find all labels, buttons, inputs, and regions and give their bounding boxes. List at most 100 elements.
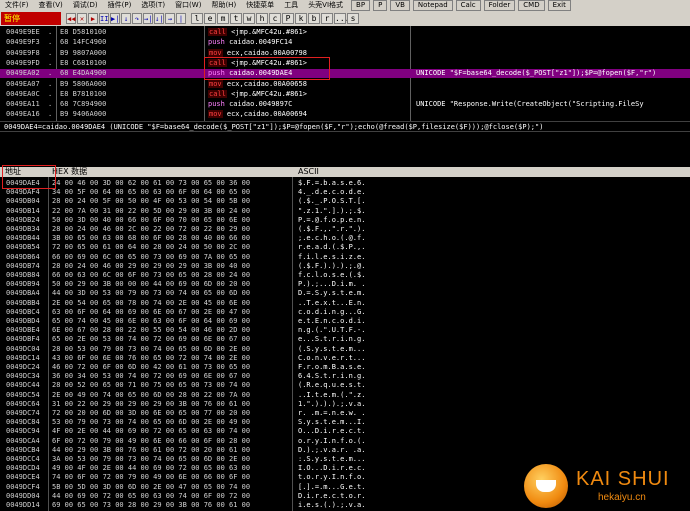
debug-control-button[interactable]: ↓ (121, 13, 131, 24)
dump-row[interactable]: 0049DBF4 65 00 2E 00 53 00 74 00 72 00 69… (0, 335, 410, 344)
tool-button[interactable]: Calc (455, 0, 481, 11)
tool-button[interactable]: Folder (483, 0, 516, 11)
dump-row[interactable]: 0049DC94 4F 00 2E 00 44 00 69 00 72 00 65… (0, 427, 410, 436)
disassembly-row[interactable]: 0049E9F8. B9 9807A000 mov ecx,caidao.00A00… (0, 48, 690, 58)
window-button[interactable]: r (321, 13, 333, 24)
disassembly-row[interactable]: 0049E9F3. 68 14FC4900 push caidao.0049FC14 (0, 38, 690, 47)
window-button[interactable]: w (243, 13, 255, 24)
menu-item[interactable]: 帮助(H) (206, 0, 241, 11)
dump-row[interactable]: 0049DCA4 6F 00 72 00 79 00 49 00 6E 00 66… (0, 437, 410, 446)
disassembly-pane[interactable]: 0049E9EE. E8 D5810100 call <jmp.&MFC42u.#8… (0, 26, 690, 121)
disassembly-row[interactable]: 0049EA02. 68 E4DA4900 push caidao.0049DAE4… (0, 69, 690, 79)
window-button[interactable]: b (308, 13, 320, 24)
debug-control-button[interactable]: II (99, 13, 109, 24)
menu-bar: 文件(F) 查看(V) 调试(D) 插件(P) 选项(T) 窗口(W) 帮助(H) 快捷菜单工… (0, 0, 690, 11)
dump-row[interactable]: 0049DBB4 2E 00 54 00 65 00 78 00 74 00 2E… (0, 299, 410, 308)
dump-row[interactable]: 0049DC44 28 00 52 00 65 00 71 00 75 00 65… (0, 381, 410, 390)
dump-row[interactable]: 0049DD14 69 00 65 00 73 00 28 00 29 00 3B… (0, 501, 410, 510)
dump-row[interactable]: 0049DC64 31 00 22 00 29 00 29 00 29 00 3B… (0, 400, 410, 409)
debug-control-button[interactable]: ▶| (110, 13, 120, 24)
dump-header-ascii[interactable]: ASCII (298, 167, 319, 177)
dump-row[interactable]: 0049DAF4 34 00 5F 00 64 00 65 00 63 00 6F… (0, 188, 410, 197)
tool-button[interactable]: P (373, 0, 388, 11)
window-button[interactable]: e (204, 13, 216, 24)
dump-row[interactable]: 0049DC84 53 00 79 00 73 00 74 00 65 00 6D… (0, 418, 410, 427)
disassembly-row[interactable]: 0049EA16. B9 9406A000 mov ecx,caidao.00A00… (0, 110, 690, 119)
menu-item[interactable]: 窗口(W) (170, 0, 206, 11)
dump-row[interactable]: 0049DB14 22 00 7A 00 31 00 22 00 5D 00 29… (0, 207, 410, 216)
dump-row[interactable]: 0049DCC4 3A 00 53 00 79 00 73 00 74 00 65… (0, 455, 410, 464)
dump-row[interactable]: 0049DBD4 65 00 74 00 45 00 6E 00 63 00 6F… (0, 317, 410, 326)
dump-row[interactable]: 0049DCB4 44 00 29 00 3B 00 76 00 61 00 72… (0, 446, 410, 455)
dump-hex: 31 00 22 00 29 00 29 00 29 00 3B 00 76 0… (52, 399, 251, 408)
dump-row[interactable]: 0049DC04 28 00 53 00 79 00 73 00 74 00 65… (0, 345, 410, 354)
tool-button[interactable]: Exit (547, 0, 571, 11)
dump-row[interactable]: 0049DB24 50 00 3D 00 40 00 66 00 6F 00 70… (0, 216, 410, 225)
dump-row[interactable]: 0049DAE4 24 00 46 00 3D 00 62 00 61 00 73… (0, 179, 410, 188)
dump-row[interactable]: 0049DC34 36 00 34 00 53 00 74 00 72 00 69… (0, 372, 410, 381)
dump-row[interactable]: 0049DB04 28 00 24 00 5F 00 50 00 4F 00 53… (0, 197, 410, 206)
window-button[interactable]: c (269, 13, 281, 24)
dump-ascii: O...D.i.r.e.c.t. (298, 427, 366, 436)
disassembly-row[interactable]: 0049EA0C. E8 B7810100 call <jmp.&MFC42u.#8… (0, 89, 690, 99)
debug-control-button[interactable]: → (165, 13, 175, 24)
dump-row[interactable]: 0049DBC4 63 00 6F 00 64 00 69 00 6E 00 67… (0, 308, 410, 317)
debug-control-button[interactable]: |→ (176, 13, 186, 24)
disassembly-row[interactable]: 0049E9EE. E8 D5810100 call <jmp.&MFC42u.#8… (0, 28, 690, 37)
debug-control-button[interactable]: ◀◀ (66, 13, 76, 24)
disassembly-row[interactable]: 0049EA07. B9 5806A000 mov ecx,caidao.00A00… (0, 79, 690, 89)
window-button[interactable]: k (295, 13, 307, 24)
debug-control-button[interactable]: ↷ (132, 13, 142, 24)
menu-item[interactable]: 文件(F) (0, 0, 34, 11)
window-button[interactable]: l (191, 13, 203, 24)
dump-ascii: r.e.a.d.(.$.P.,. (298, 243, 366, 252)
tool-button[interactable]: BP (351, 0, 371, 11)
dump-row[interactable]: 0049DB34 28 00 24 00 46 00 2C 00 22 00 72… (0, 225, 410, 234)
debug-control-button[interactable]: →| (143, 13, 153, 24)
tool-button[interactable]: VB (390, 0, 410, 11)
dump-address: 0049DCD4 (6, 464, 40, 473)
dump-row[interactable]: 0049DB54 72 00 65 00 61 00 64 00 28 00 24… (0, 243, 410, 252)
instruction-mnemonic: push (208, 38, 225, 47)
disassembly-row[interactable]: 0049E9FD. E8 C6810100 call <jmp.&MFC42u.#8… (0, 58, 690, 68)
window-button[interactable]: t (230, 13, 242, 24)
dump-row[interactable]: 0049DBA4 44 00 3D 00 53 00 79 00 73 00 74… (0, 289, 410, 298)
tool-button[interactable]: CMD (518, 0, 545, 11)
window-button[interactable]: ... (334, 13, 349, 24)
dump-row[interactable]: 0049DC54 2E 00 49 00 74 00 65 00 6D 00 28… (0, 391, 410, 400)
menu-item[interactable]: 选项(T) (136, 0, 170, 11)
dump-row[interactable]: 0049DC24 46 00 72 00 6F 00 6D 00 42 00 61… (0, 363, 410, 372)
dump-row[interactable]: 0049DB44 3B 00 65 00 63 00 68 00 6F 00 28… (0, 234, 410, 243)
debug-control-button[interactable]: ✕ (77, 13, 87, 24)
window-button[interactable]: P (282, 13, 294, 24)
dump-row[interactable]: 0049DCF4 5B 00 5D 00 3D 00 6D 00 2E 00 47… (0, 483, 410, 492)
debug-control-button[interactable]: ▶ (88, 13, 98, 24)
dump-hex: 36 00 34 00 53 00 74 00 72 00 69 00 6E 0… (52, 372, 251, 381)
dump-row[interactable]: 0049DCE4 74 00 6F 00 72 00 79 00 49 00 6E… (0, 473, 410, 482)
debug-control-button[interactable]: ↓| (154, 13, 164, 24)
disassembly-row[interactable]: 0049EA11. 68 7C894900 push caidao.0049897C… (0, 100, 690, 109)
menu-item[interactable]: 插件(P) (103, 0, 137, 11)
memory-dump-pane[interactable]: 0049DAE4 24 00 46 00 3D 00 62 00 61 00 73… (0, 177, 410, 511)
dump-row[interactable]: 0049DC74 72 00 20 00 6D 00 3D 00 6E 00 65… (0, 409, 410, 418)
tool-button[interactable]: Notepad (412, 0, 453, 11)
menu-item[interactable]: 调试(D) (68, 0, 103, 11)
dump-row[interactable]: 0049DB84 66 00 63 00 6C 00 6F 00 73 00 65… (0, 271, 410, 280)
window-button[interactable]: h (256, 13, 268, 24)
dump-row[interactable]: 0049DD04 44 00 69 00 72 00 65 00 63 00 74… (0, 492, 410, 501)
menu-item[interactable]: 查看(V) (34, 0, 68, 11)
dump-row[interactable]: 0049DBE4 6E 00 67 00 28 00 22 00 55 00 54… (0, 326, 410, 335)
window-button[interactable]: m (217, 13, 229, 24)
dump-header-hex[interactable]: HEX 数据 (52, 167, 87, 177)
window-button[interactable]: s (347, 13, 359, 24)
dump-hex: 69 00 65 00 73 00 28 00 29 00 3B 00 76 0… (52, 501, 251, 509)
menu-item[interactable]: 头壳VI格式 (303, 0, 348, 11)
dump-row[interactable]: 0049DC14 43 00 6F 00 6E 00 76 00 65 00 72… (0, 354, 410, 363)
dump-row[interactable]: 0049DB94 50 00 29 00 3B 00 00 00 44 00 69… (0, 280, 410, 289)
dump-row[interactable]: 0049DB74 28 00 24 00 46 00 29 00 29 00 29… (0, 262, 410, 271)
dump-row[interactable]: 0049DCD4 49 00 4F 00 2E 00 44 00 69 00 72… (0, 464, 410, 473)
dump-row[interactable]: 0049DB64 66 00 69 00 6C 00 65 00 73 00 69… (0, 253, 410, 262)
menu-item[interactable]: 工具 (279, 0, 303, 11)
menu-item[interactable]: 快捷菜单 (241, 0, 279, 11)
dump-address: 0049DBF4 (6, 335, 40, 344)
